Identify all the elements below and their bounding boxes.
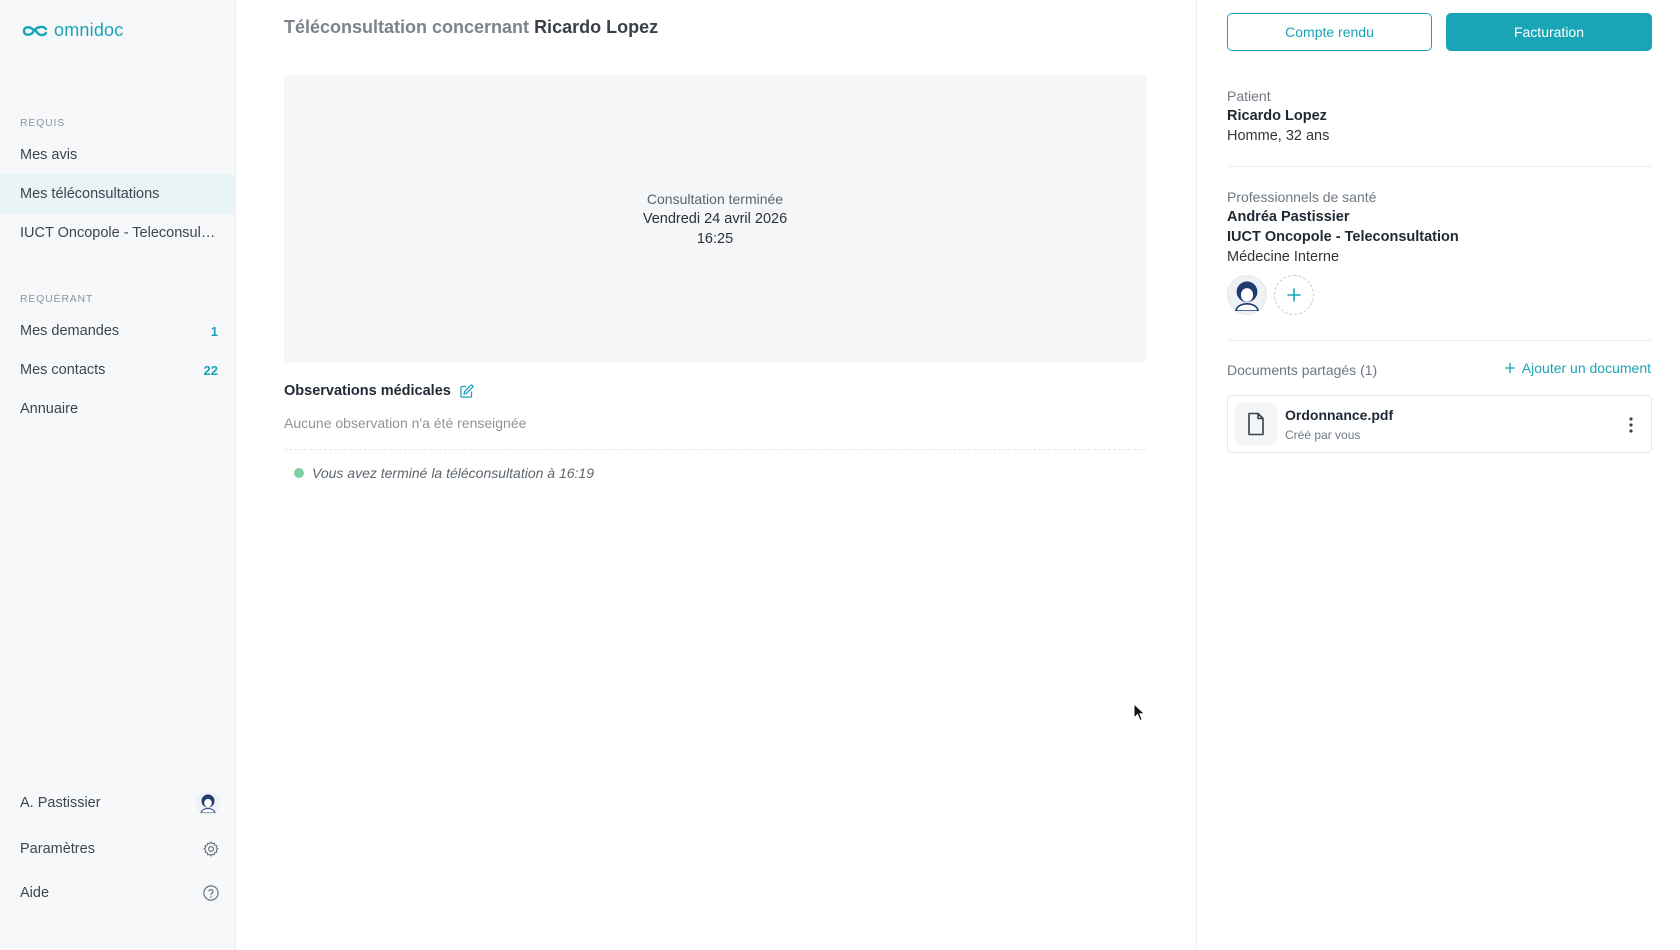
observations-empty-text: Aucune observation n'a été renseignée	[284, 415, 527, 431]
patient-name: Ricardo Lopez	[1227, 108, 1327, 124]
status-dot	[294, 468, 304, 478]
event-text: Vous avez terminé la téléconsultation à …	[312, 465, 594, 481]
section-label-requerant: REQUÉRANT	[20, 293, 94, 305]
report-button[interactable]: Compte rendu	[1227, 13, 1432, 51]
professional-name: Andréa Pastissier	[1227, 209, 1350, 225]
user-avatar-icon	[200, 794, 216, 813]
observations-heading: Observations médicales	[284, 383, 474, 399]
divider	[1227, 340, 1652, 341]
patient-details: Homme, 32 ans	[1227, 128, 1330, 144]
professional-specialty: Médecine Interne	[1227, 249, 1340, 265]
plus-icon	[1287, 288, 1301, 302]
avatar	[196, 791, 220, 815]
document-author: Créé par vous	[1285, 428, 1361, 442]
sidebar-item-iuct-oncopole[interactable]: IUCT Oncopole - Teleconsultation	[0, 213, 236, 253]
add-document-button[interactable]: Ajouter un document	[1504, 360, 1651, 376]
consultation-status-panel: Consultation terminée Vendredi 24 avril …	[284, 75, 1146, 362]
edit-icon[interactable]	[459, 384, 474, 399]
patient-label: Patient	[1227, 88, 1271, 104]
user-name: A. Pastissier	[20, 795, 101, 811]
divider	[1227, 166, 1652, 167]
settings-label: Paramètres	[20, 841, 95, 857]
add-professional-button[interactable]	[1274, 275, 1314, 315]
sidebar: omnidoc REQUIS Mes avis Mes téléconsulta…	[0, 0, 236, 950]
section-label-requis: REQUIS	[20, 117, 66, 129]
add-document-label: Ajouter un document	[1521, 360, 1651, 376]
details-panel: Compte rendu Facturation Patient Ricardo…	[1196, 0, 1680, 950]
main-content: Téléconsultation concernant Ricardo Lope…	[236, 0, 1196, 950]
settings-link[interactable]: Paramètres	[0, 831, 236, 867]
document-name: Ordonnance.pdf	[1285, 407, 1394, 423]
sidebar-item-label: IUCT Oncopole - Teleconsultation	[20, 225, 218, 241]
help-circle-icon	[203, 885, 219, 901]
title-prefix: Téléconsultation concernant	[284, 17, 530, 37]
user-menu[interactable]: A. Pastissier	[0, 785, 236, 821]
status-text: Consultation terminée	[646, 190, 784, 207]
sidebar-item-label: Mes avis	[20, 147, 78, 163]
count-badge: 1	[210, 323, 218, 339]
brand-name: omnidoc	[54, 20, 124, 40]
mouse-cursor-icon	[1133, 703, 1146, 722]
doctor-avatar-icon	[1234, 281, 1260, 311]
sidebar-item-label: Mes demandes	[20, 323, 120, 339]
sidebar-item-mes-contacts[interactable]: Mes contacts 22	[0, 350, 236, 390]
gear-icon	[203, 841, 219, 857]
plus-icon	[1504, 362, 1515, 374]
omnidoc-logo[interactable]: omnidoc	[22, 20, 123, 41]
file-icon	[1248, 412, 1264, 436]
observations-title: Observations médicales	[284, 383, 451, 399]
consultation-date: Vendredi 24 avril 2026	[642, 210, 788, 227]
sidebar-item-mes-teleconsultations[interactable]: Mes téléconsultations	[0, 174, 236, 214]
more-vertical-icon[interactable]	[1623, 414, 1639, 436]
title-patient: Ricardo Lopez	[534, 17, 659, 37]
document-card[interactable]: Ordonnance.pdf Créé par vous	[1227, 395, 1652, 453]
avatar[interactable]	[1227, 275, 1267, 315]
help-label: Aide	[20, 885, 50, 901]
documents-label: Documents partagés (1)	[1227, 362, 1378, 378]
professional-org: IUCT Oncopole - Teleconsultation	[1227, 229, 1459, 245]
file-icon-container	[1235, 403, 1277, 445]
sidebar-item-annuaire[interactable]: Annuaire	[0, 389, 236, 429]
sidebar-item-label: Mes contacts	[20, 362, 106, 378]
page-title: Téléconsultation concernant Ricardo Lope…	[284, 17, 658, 38]
timeline-event: Vous avez terminé la téléconsultation à …	[294, 465, 594, 481]
omnidoc-logo-icon	[22, 25, 48, 36]
help-link[interactable]: Aide	[0, 875, 236, 911]
sidebar-item-label: Mes téléconsultations	[20, 186, 160, 202]
consultation-time: 16:25	[696, 230, 734, 247]
sidebar-item-mes-demandes[interactable]: Mes demandes 1	[0, 311, 236, 351]
billing-button[interactable]: Facturation	[1446, 13, 1652, 51]
sidebar-item-mes-avis[interactable]: Mes avis	[0, 135, 236, 175]
professionals-label: Professionnels de santé	[1227, 189, 1377, 205]
kebab-dots	[1629, 417, 1633, 433]
divider	[284, 449, 1146, 450]
sidebar-item-label: Annuaire	[20, 401, 79, 417]
count-badge: 22	[203, 362, 218, 378]
